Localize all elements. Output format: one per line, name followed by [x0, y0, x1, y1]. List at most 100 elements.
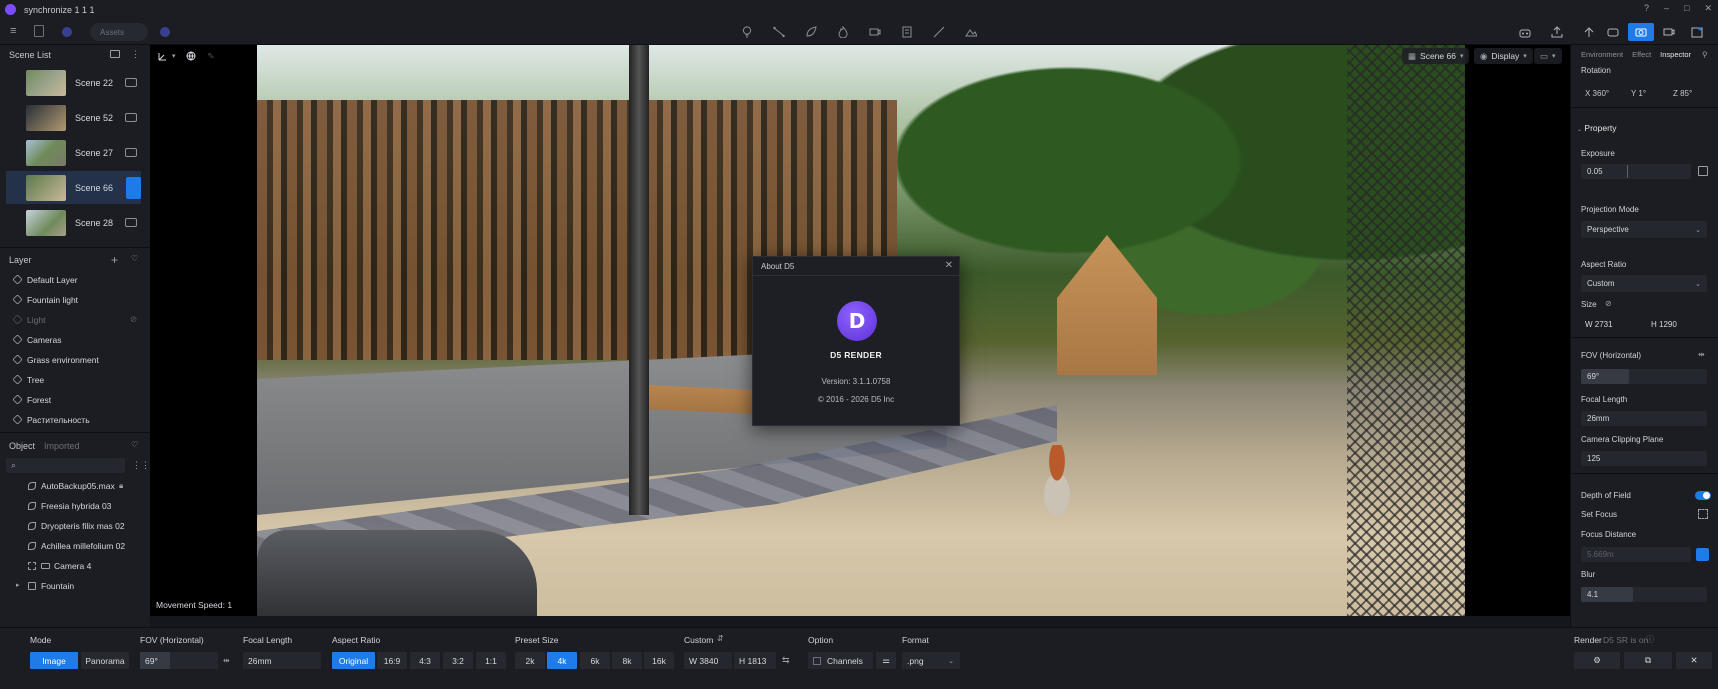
gizmo-icon[interactable] [157, 51, 168, 62]
camera-active-icon[interactable] [126, 176, 141, 199]
fov-link-icon[interactable]: ⇹ [1698, 350, 1705, 359]
layer-item[interactable]: Cameras [0, 330, 150, 350]
preset-8k-button[interactable]: 8k [612, 652, 642, 669]
render-settings-button[interactable]: ⚙ [1574, 652, 1620, 669]
add-scene-icon[interactable] [110, 50, 120, 58]
pen-icon[interactable]: ✎ [208, 51, 215, 62]
layer-item[interactable]: Forest [0, 390, 150, 410]
path-tool-icon[interactable] [772, 25, 786, 39]
clip-slider[interactable]: 125 [1581, 451, 1707, 466]
scene-item[interactable]: Scene 22 [6, 66, 141, 99]
fov-slider[interactable]: 69° [1581, 369, 1707, 384]
tab-effect[interactable]: Effect [1632, 50, 1651, 59]
dof-toggle[interactable] [1695, 491, 1711, 500]
close-window-button[interactable]: ✕ [1704, 3, 1712, 14]
camera-icon[interactable] [125, 218, 137, 227]
mode-image-button[interactable]: Image [30, 652, 78, 669]
property-section[interactable]: ⌄ Property [1577, 123, 1617, 133]
expand-arrow-icon[interactable]: ▸ [16, 581, 20, 589]
globe-icon[interactable] [186, 51, 196, 61]
chevron-down-icon[interactable]: ▾ [172, 52, 176, 60]
layer-item[interactable]: Default Layer [0, 270, 150, 290]
swap-icon[interactable]: ⇆ [782, 655, 790, 666]
object-item[interactable]: Dryopteris filix mas 02 [0, 516, 150, 536]
assets-orb-icon[interactable] [160, 27, 170, 37]
link-off-icon[interactable]: ⊘ [1605, 299, 1612, 308]
add-layer-icon[interactable]: + [111, 253, 118, 267]
object-item[interactable]: Achillea millefolium 02 [0, 536, 150, 556]
format-dropdown[interactable]: .png ⌄ [902, 652, 960, 669]
maximize-button[interactable]: □ [1684, 3, 1689, 14]
exposure-reset-icon[interactable] [1698, 166, 1708, 176]
leaf-tool-icon[interactable] [804, 25, 818, 39]
preset-2k-button[interactable]: 2k [515, 652, 545, 669]
new-file-icon[interactable] [34, 25, 44, 37]
projection-dropdown[interactable]: Perspective ⌄ [1581, 221, 1707, 238]
custom-height-input[interactable]: H 1813 [734, 652, 776, 669]
light-tool-icon[interactable] [740, 25, 754, 39]
camera-render-icon[interactable] [1628, 23, 1654, 41]
object-item[interactable]: Camera 4 [0, 556, 150, 576]
tab-imported[interactable]: Imported [44, 441, 80, 451]
rotation-z[interactable]: Z 85° [1673, 89, 1692, 98]
aspect-1-1-button[interactable]: 1:1 [476, 652, 506, 669]
focus-pick-icon[interactable] [1696, 548, 1709, 561]
robot-icon[interactable] [1518, 25, 1532, 39]
more-options-icon[interactable]: ⋮ [131, 49, 140, 60]
rotation-y[interactable]: Y 1° [1631, 89, 1646, 98]
hidden-eye-icon[interactable]: ⊘ [130, 314, 137, 325]
preset-6k-button[interactable]: 6k [580, 652, 610, 669]
display-dropdown[interactable]: ◉ Display ▾ [1474, 48, 1533, 64]
scene-item-active[interactable]: Scene 66 [6, 171, 141, 204]
gallery-icon[interactable] [1690, 25, 1704, 39]
tab-object[interactable]: Object [9, 441, 35, 451]
close-icon[interactable]: ✕ [945, 260, 953, 271]
material-tool-icon[interactable] [900, 25, 914, 39]
focal-input[interactable]: 26mm [1581, 411, 1707, 426]
help-icon[interactable]: ? [1644, 3, 1649, 14]
custom-width-input[interactable]: W 3840 [684, 652, 732, 669]
tab-environment[interactable]: Environment [1581, 50, 1623, 59]
assets-search[interactable]: Assets [90, 23, 148, 41]
fire-tool-icon[interactable] [836, 25, 850, 39]
aspect-4-3-button[interactable]: 4:3 [410, 652, 440, 669]
object-search-input[interactable] [6, 458, 125, 473]
sort-icon[interactable]: ⇵ [717, 634, 724, 643]
object-item[interactable]: AutoBackup05.max 🔒︎ [0, 476, 150, 496]
object-filter-icon[interactable]: ♡ [131, 440, 138, 449]
scene-item[interactable]: Scene 27 [6, 136, 141, 169]
pin-icon[interactable]: ⚲ [1702, 50, 1708, 59]
layer-item[interactable]: Grass environment [0, 350, 150, 370]
focus-distance-input[interactable]: 5.669m [1581, 547, 1691, 562]
camera-icon[interactable] [125, 148, 137, 157]
close-render-button[interactable]: ✕ [1676, 652, 1712, 669]
camera-icon[interactable] [125, 78, 137, 87]
scene-item[interactable]: Scene 28 [6, 206, 141, 239]
camera-icon[interactable] [125, 113, 137, 122]
size-width[interactable]: W 2731 [1585, 320, 1613, 329]
layer-item[interactable]: Fountain light [0, 290, 150, 310]
channels-checkbox[interactable]: Channels [808, 652, 873, 669]
fov-link-icon[interactable]: ⇹ [223, 656, 230, 665]
preset-16k-button[interactable]: 16k [644, 652, 674, 669]
aspect-16-9-button[interactable]: 16:9 [377, 652, 407, 669]
upload-icon[interactable] [1582, 25, 1596, 39]
video-tool-icon[interactable] [868, 25, 882, 39]
brush-tool-icon[interactable] [932, 25, 946, 39]
layer-item-hidden[interactable]: Light ⊘ [0, 310, 150, 330]
preset-4k-button[interactable]: 4k [547, 652, 577, 669]
aspect-3-2-button[interactable]: 3:2 [443, 652, 473, 669]
channels-settings-button[interactable]: ⚌ [876, 652, 896, 669]
minimize-button[interactable]: – [1664, 3, 1669, 14]
scene-selector[interactable]: ▦ Scene 66 ▾ [1402, 48, 1470, 64]
aspect-original-button[interactable]: Original [332, 652, 375, 669]
camera-view-dropdown[interactable]: ▭ ▾ [1534, 48, 1562, 64]
focal-input[interactable]: 26mm [243, 652, 321, 669]
info-icon[interactable]: ⓘ [1646, 634, 1654, 645]
grid-view-icon[interactable]: ⋮⋮ [132, 460, 150, 471]
aspect-dropdown[interactable]: Custom ⌄ [1581, 275, 1707, 292]
exposure-slider[interactable]: 0.05 [1581, 164, 1691, 179]
layer-filter-icon[interactable]: ♡ [131, 254, 138, 263]
menu-icon[interactable]: ≡ [10, 25, 16, 37]
mode-panorama-button[interactable]: Panorama [81, 652, 129, 669]
